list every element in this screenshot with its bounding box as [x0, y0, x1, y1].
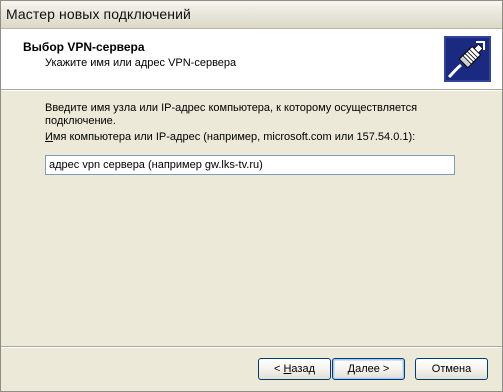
next-accel: Д: [347, 363, 356, 375]
page-title: Выбор VPN-сервера: [23, 40, 145, 54]
title-bar[interactable]: Мастер новых подключений: [1, 1, 502, 29]
wizard-header: Выбор VPN-сервера Укажите имя или адрес …: [1, 29, 502, 89]
back-button[interactable]: < Назад: [258, 358, 331, 380]
wizard-window: Мастер новых подключений Выбор VPN-серве…: [0, 0, 503, 392]
back-label: азад: [291, 363, 315, 375]
network-cable-icon: [444, 36, 491, 82]
next-button[interactable]: Далее >: [332, 358, 405, 380]
next-label: алее >: [355, 363, 390, 375]
host-field-label: Имя компьютера или IP-адрес (например, m…: [45, 131, 415, 143]
page-subtitle: Укажите имя или адрес VPN-сервера: [45, 57, 237, 69]
cancel-button[interactable]: Отмена: [415, 358, 488, 380]
instruction-text: Введите имя узла или IP-адрес компьютера…: [45, 102, 418, 127]
host-address-input[interactable]: [45, 155, 455, 175]
host-label-text: мя компьютера или IP-адрес (например, mi…: [52, 131, 416, 143]
window-title: Мастер новых подключений: [6, 6, 191, 22]
host-label-accel: И: [45, 131, 53, 143]
